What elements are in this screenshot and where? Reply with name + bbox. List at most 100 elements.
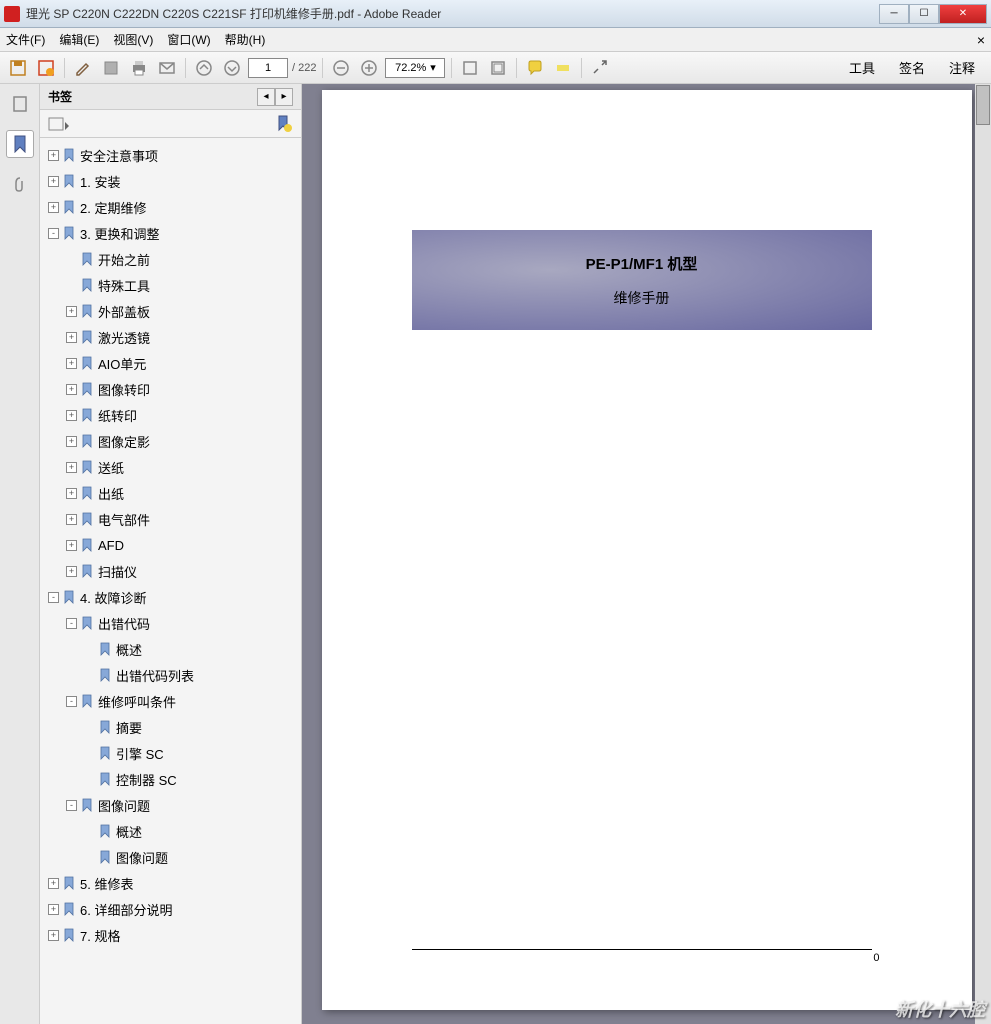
bookmark-item[interactable]: 概述 [42, 636, 299, 662]
page-number-input[interactable] [248, 58, 288, 78]
close-doc-button[interactable]: × [977, 32, 985, 48]
bookmark-item[interactable]: +7. 规格 [42, 922, 299, 948]
bookmark-item[interactable]: +安全注意事项 [42, 142, 299, 168]
bookmark-item[interactable]: 摘要 [42, 714, 299, 740]
bookmark-item[interactable]: +送纸 [42, 454, 299, 480]
bookmark-next-icon[interactable]: ▸ [275, 88, 293, 106]
attachments-tab-icon[interactable] [6, 170, 34, 198]
bookmarks-tab-icon[interactable] [6, 130, 34, 158]
bookmark-item[interactable]: 开始之前 [42, 246, 299, 272]
bookmark-item[interactable]: -4. 故障诊断 [42, 584, 299, 610]
bookmark-item[interactable]: 图像问题 [42, 844, 299, 870]
fit-page-icon[interactable] [486, 56, 510, 80]
expand-icon[interactable]: - [66, 618, 77, 629]
page-down-icon[interactable] [220, 56, 244, 80]
bookmark-item[interactable]: -3. 更换和调整 [42, 220, 299, 246]
expand-icon[interactable]: - [48, 592, 59, 603]
expand-icon[interactable]: + [66, 384, 77, 395]
bookmark-item[interactable]: +图像定影 [42, 428, 299, 454]
zoom-in-icon[interactable] [357, 56, 381, 80]
bookmark-item[interactable]: -维修呼叫条件 [42, 688, 299, 714]
vertical-scrollbar[interactable] [975, 84, 991, 1024]
highlight-icon[interactable] [551, 56, 575, 80]
bookmark-item[interactable]: 特殊工具 [42, 272, 299, 298]
expand-icon[interactable]: - [48, 228, 59, 239]
bookmark-prev-icon[interactable]: ◂ [257, 88, 275, 106]
separator [451, 58, 452, 78]
expand-icon[interactable]: + [66, 566, 77, 577]
expand-icon[interactable]: + [66, 488, 77, 499]
expand-icon[interactable]: - [66, 800, 77, 811]
bookmark-item[interactable]: +图像转印 [42, 376, 299, 402]
bookmark-item[interactable]: -出错代码 [42, 610, 299, 636]
expand-icon[interactable]: + [48, 904, 59, 915]
bookmark-item[interactable]: 引擎 SC [42, 740, 299, 766]
expand-icon[interactable]: + [66, 514, 77, 525]
maximize-button[interactable]: ☐ [909, 4, 939, 24]
banner-title: PE-P1/MF1 机型 [586, 253, 698, 274]
expand-icon[interactable]: + [66, 410, 77, 421]
expand-icon[interactable]: + [66, 540, 77, 551]
bookmark-item[interactable]: +电气部件 [42, 506, 299, 532]
edit-icon[interactable] [71, 56, 95, 80]
expand-icon[interactable]: + [48, 930, 59, 941]
document-viewport[interactable]: PE-P1/MF1 机型 维修手册 0 [302, 84, 991, 1024]
pdf-convert-icon[interactable] [34, 56, 58, 80]
bookmarks-tree[interactable]: +安全注意事项+1. 安装+2. 定期维修-3. 更换和调整开始之前特殊工具+外… [40, 138, 301, 1024]
read-mode-icon[interactable] [588, 56, 612, 80]
comment-bubble-icon[interactable] [523, 56, 547, 80]
bookmark-item[interactable]: +扫描仪 [42, 558, 299, 584]
minimize-button[interactable]: ─ [879, 4, 909, 24]
expand-icon[interactable]: + [66, 332, 77, 343]
email-icon[interactable] [155, 56, 179, 80]
expand-icon[interactable]: + [48, 150, 59, 161]
fit-width-icon[interactable] [458, 56, 482, 80]
scrollbar-thumb[interactable] [976, 85, 990, 125]
expand-icon[interactable]: + [48, 878, 59, 889]
bookmark-label: 摘要 [116, 718, 142, 737]
close-button[interactable]: ✕ [939, 4, 987, 24]
menu-file[interactable]: 文件(F) [6, 31, 45, 48]
window-titlebar: 理光 SP C220N C222DN C220S C221SF 打印机维修手册.… [0, 0, 991, 28]
bookmark-label: 图像问题 [98, 796, 150, 815]
bookmark-item[interactable]: 概述 [42, 818, 299, 844]
menu-view[interactable]: 视图(V) [113, 31, 153, 48]
sign-button[interactable]: 签名 [889, 56, 935, 79]
bookmark-item[interactable]: 出错代码列表 [42, 662, 299, 688]
save-icon[interactable] [6, 56, 30, 80]
bookmark-item[interactable]: +6. 详细部分说明 [42, 896, 299, 922]
bookmark-item[interactable]: +纸转印 [42, 402, 299, 428]
tools-button[interactable]: 工具 [839, 56, 885, 79]
page-up-icon[interactable] [192, 56, 216, 80]
bookmark-item[interactable]: +外部盖板 [42, 298, 299, 324]
comment-button[interactable]: 注释 [939, 56, 985, 79]
bookmark-item[interactable]: +出纸 [42, 480, 299, 506]
expand-icon[interactable]: + [66, 306, 77, 317]
expand-icon[interactable]: - [66, 696, 77, 707]
expand-icon[interactable]: + [66, 358, 77, 369]
bookmark-new-icon[interactable] [275, 115, 293, 133]
bookmarks-header: 书签 ◂ ▸ [40, 84, 301, 110]
save-disk-icon[interactable] [99, 56, 123, 80]
zoom-select[interactable]: 72.2% ▾ [385, 58, 445, 78]
expand-icon[interactable]: + [48, 202, 59, 213]
expand-icon[interactable]: + [48, 176, 59, 187]
menu-window[interactable]: 窗口(W) [167, 31, 210, 48]
bookmark-item[interactable]: - 图像问题 [42, 792, 299, 818]
bookmark-item[interactable]: +AIO单元 [42, 350, 299, 376]
bookmark-item[interactable]: +5. 维修表 [42, 870, 299, 896]
menu-help[interactable]: 帮助(H) [225, 31, 266, 48]
thumbnails-tab-icon[interactable] [6, 90, 34, 118]
bookmark-item[interactable]: +AFD [42, 532, 299, 558]
bookmark-item[interactable]: +2. 定期维修 [42, 194, 299, 220]
bookmark-options-icon[interactable] [48, 115, 70, 133]
bookmark-item[interactable]: +1. 安装 [42, 168, 299, 194]
expand-icon[interactable]: + [66, 462, 77, 473]
bookmark-item[interactable]: +激光透镜 [42, 324, 299, 350]
zoom-out-icon[interactable] [329, 56, 353, 80]
print-icon[interactable] [127, 56, 151, 80]
bookmark-item[interactable]: 控制器 SC [42, 766, 299, 792]
expand-icon[interactable]: + [66, 436, 77, 447]
separator [516, 58, 517, 78]
menu-edit[interactable]: 编辑(E) [59, 31, 99, 48]
